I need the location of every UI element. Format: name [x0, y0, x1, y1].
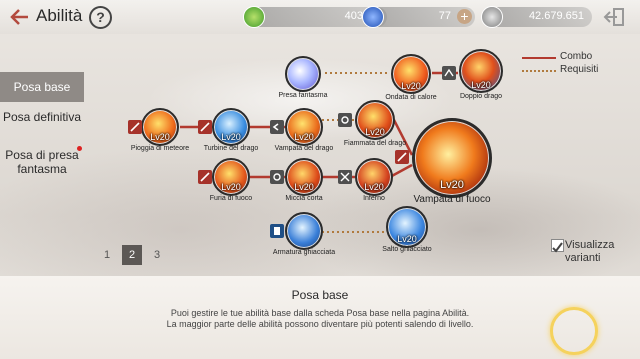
skill-ondata-calore[interactable]: Lv20 Ondata di calore	[385, 54, 437, 101]
target-badge	[270, 170, 284, 184]
skill-level: Lv20	[150, 132, 170, 142]
page-2-button[interactable]: 2	[122, 245, 142, 265]
skill-level: Lv20	[221, 182, 241, 192]
variants-label[interactable]: Visualizza varianti	[565, 239, 625, 265]
skill-name: Vampata del drago	[274, 145, 334, 152]
arrow-badge	[270, 120, 284, 134]
combo-badge	[198, 170, 212, 184]
sword-icon	[130, 122, 140, 132]
combo-badge	[198, 120, 212, 134]
skill-level: Lv20	[365, 127, 385, 137]
target-badge	[338, 113, 352, 127]
skill-salto-ghiacciato[interactable]: Lv20 Salto ghiacciato	[382, 206, 432, 253]
skill-name: Miccia corta	[285, 195, 323, 202]
skill-level: Lv20	[397, 234, 417, 244]
skill-furia-fuoco[interactable]: Lv20 Furia di fuoco	[210, 158, 252, 202]
skill-name: Fiammata del drago	[343, 140, 407, 147]
combo-badge	[128, 120, 142, 134]
skill-inferno[interactable]: Lv20 Inferno	[355, 158, 393, 202]
skill-miccia-corta[interactable]: Lv20 Miccia corta	[285, 158, 323, 202]
page-1-button[interactable]: 1	[97, 245, 117, 265]
sword-icon	[200, 122, 210, 132]
skill-fiammata-drago[interactable]: Lv20 Fiammata del drago	[344, 100, 406, 147]
action-ring[interactable]	[550, 307, 598, 355]
check-icon	[552, 242, 563, 253]
skill-level: Lv20	[294, 182, 314, 192]
target-icon	[273, 173, 281, 181]
burst-badge	[338, 170, 352, 184]
skill-name: Vampata di fuoco	[413, 194, 491, 205]
sword-icon	[200, 172, 210, 182]
skill-level: Lv20	[401, 81, 421, 91]
burst-icon	[340, 172, 350, 182]
info-panel: Posa base Puoi gestire le tue abilità ba…	[0, 276, 640, 359]
panel-description: La maggior parte delle abilità possono d…	[166, 319, 474, 329]
wing-badge	[442, 66, 456, 80]
skill-level: Lv20	[294, 132, 314, 142]
panel-description: Puoi gestire le tue abilità base dalla s…	[170, 308, 470, 318]
skill-orb	[285, 56, 321, 92]
skill-name: Furia di fuoco	[209, 195, 253, 202]
skill-name: Armatura ghiacciata	[272, 249, 336, 256]
sword-icon	[397, 152, 407, 162]
shield-icon	[274, 227, 280, 235]
skill-name: Doppio drago	[459, 93, 503, 100]
skill-turbine-drago[interactable]: Lv20 Turbine del drago	[204, 108, 258, 152]
skill-presa-fantasma[interactable]: Presa fantasma	[278, 56, 328, 99]
variants-checkbox[interactable]	[551, 239, 564, 253]
skill-vampata-fuoco[interactable]: Lv20 Vampata di fuoco	[412, 118, 492, 205]
combo-badge	[395, 150, 409, 164]
page-3-button[interactable]: 3	[147, 245, 167, 265]
wing-icon	[444, 68, 454, 77]
skill-level: Lv20	[471, 80, 491, 90]
skill-name: Presa fantasma	[278, 92, 328, 99]
skill-orb	[285, 212, 323, 250]
skill-doppio-drago[interactable]: Lv20 Doppio drago	[459, 49, 503, 100]
skill-armatura-ghiacciata[interactable]: Armatura ghiacciata	[273, 212, 335, 256]
target-icon	[341, 116, 349, 124]
skill-name: Turbine del drago	[203, 145, 259, 152]
skill-name: Pioggia di meteore	[130, 145, 190, 152]
skill-pioggia-meteore[interactable]: Lv20 Pioggia di meteore	[131, 108, 189, 152]
shield-badge	[270, 224, 284, 238]
skill-level: Lv20	[221, 132, 241, 142]
skill-level: Lv20	[364, 182, 384, 192]
skill-level: Lv20	[440, 179, 464, 191]
skill-name: Salto ghiacciato	[382, 246, 432, 253]
panel-title: Posa base	[291, 288, 349, 302]
skill-vampata-drago[interactable]: Lv20 Vampata del drago	[275, 108, 333, 152]
arrow-icon	[272, 123, 279, 131]
